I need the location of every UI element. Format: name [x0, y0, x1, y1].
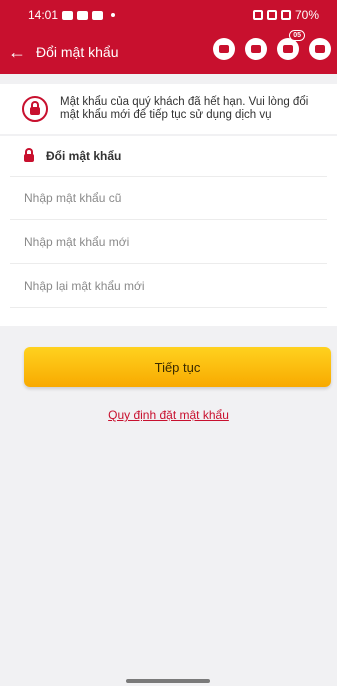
car-icon[interactable] — [213, 38, 235, 60]
notification-icon — [62, 10, 74, 20]
qr-code-icon[interactable] — [245, 38, 267, 60]
old-password-field[interactable]: Nhập mật khẩu cũ — [10, 176, 327, 220]
home-indicator[interactable] — [126, 679, 210, 683]
navigation-header: ← Đổi mật khẩu 05 — [0, 30, 337, 70]
confirm-password-field[interactable]: Nhập lại mật khẩu mới — [10, 264, 327, 308]
confirm-password-placeholder: Nhập lại mật khẩu mới — [24, 278, 145, 293]
notice-text: Mật khẩu của quý khách đã hết hạn. Vui l… — [60, 96, 309, 121]
back-arrow-icon[interactable]: ← — [8, 42, 36, 63]
change-password-form: Đổi mật khẩu Nhập mật khẩu cũ Nhập mật k… — [0, 136, 337, 326]
new-password-placeholder: Nhập mật khẩu mới — [24, 234, 130, 249]
mute-icon — [266, 10, 277, 20]
status-time: 14:01 — [28, 8, 59, 22]
continue-button[interactable]: Tiếp tục — [24, 347, 331, 387]
header-actions: 05 — [213, 30, 331, 60]
more-dot-icon — [111, 13, 116, 17]
status-bar: 14:01 70% — [0, 0, 337, 30]
page-title: Đổi mật khẩu — [36, 44, 119, 60]
wifi-icon — [280, 10, 291, 20]
form-header: Đổi mật khẩu — [0, 136, 337, 176]
app-header-bar: 14:01 70% ← Đổi mật khẩu 05 — [0, 0, 337, 74]
form-title: Đổi mật khẩu — [46, 149, 122, 163]
notification-badge: 05 — [289, 30, 305, 41]
avatar-icon[interactable] — [309, 38, 331, 60]
old-password-placeholder: Nhập mật khẩu cũ — [24, 191, 122, 205]
status-right: 70% — [252, 8, 319, 22]
password-rules-link[interactable]: Quy định đặt mật khẩu — [0, 408, 337, 422]
notification-icon — [77, 10, 89, 20]
alarm-icon — [252, 10, 263, 20]
lock-icon — [22, 96, 48, 122]
lock-icon — [24, 148, 34, 162]
notification-icon — [92, 10, 104, 20]
new-password-field[interactable]: Nhập mật khẩu mới — [10, 220, 327, 264]
battery-level: 70% — [294, 8, 319, 22]
expired-password-notice: Mật khẩu của quý khách đã hết hạn. Vui l… — [0, 84, 337, 134]
status-left: 14:01 — [28, 8, 116, 22]
bell-icon[interactable]: 05 — [277, 30, 305, 60]
